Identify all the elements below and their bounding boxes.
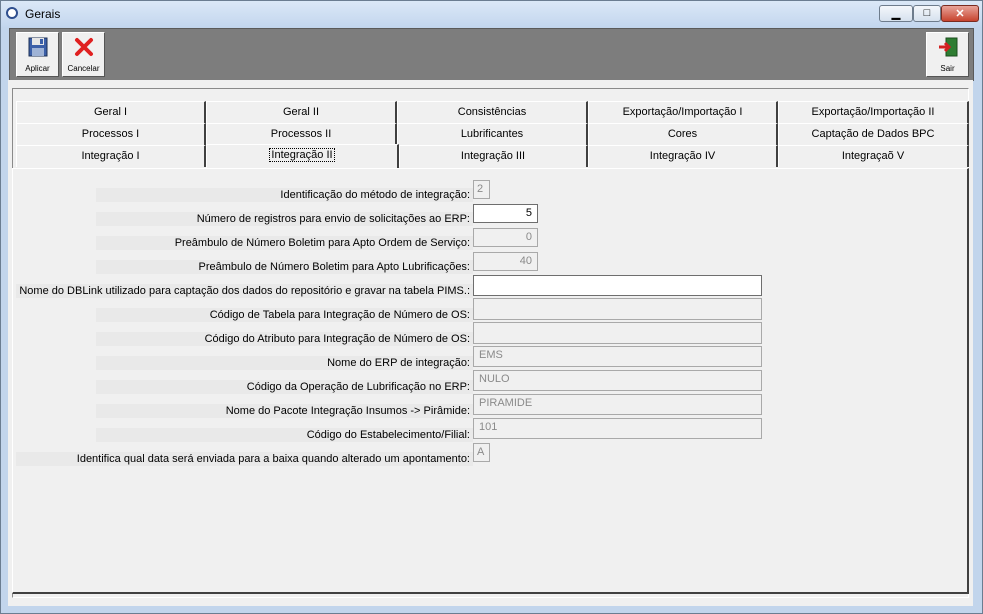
tab-label: Geral I	[93, 106, 127, 118]
tab-label: Exportação/Importação I	[622, 106, 743, 118]
metodo-integracao-field[interactable]: 2	[473, 180, 490, 199]
preambulo-os-field[interactable]: 0	[473, 228, 538, 247]
tab-label: Geral II	[282, 106, 320, 118]
tab-label: Integração III	[460, 150, 526, 162]
tab-label: Processos II	[270, 128, 332, 140]
label-nome-pacote-integracao: Nome do Pacote Integração Insumos -> Pir…	[96, 404, 473, 418]
preambulo-lubrificacoes-field[interactable]: 40	[473, 252, 538, 271]
tab-geral-2[interactable]: Geral II	[206, 101, 397, 123]
maximize-icon: □	[923, 7, 931, 19]
minimize-button[interactable]: ▁	[879, 5, 913, 22]
apply-label: Aplicar	[25, 64, 50, 73]
close-button[interactable]: ✕	[941, 5, 979, 22]
exit-label: Sair	[940, 64, 955, 73]
codigo-atributo-os-field[interactable]	[473, 322, 762, 344]
tab-label: Captação de Dados BPC	[811, 128, 935, 140]
cancel-x-icon	[74, 38, 93, 56]
exit-door-icon	[938, 37, 957, 57]
exit-button[interactable]: Sair	[926, 32, 969, 77]
identifica-data-baixa-field[interactable]: A	[473, 443, 490, 462]
label-codigo-estabelecimento: Código do Estabelecimento/Filial:	[96, 428, 473, 442]
tab-integracao-2[interactable]: Integração II	[206, 144, 399, 168]
tab-lubrificantes[interactable]: Lubrificantes	[397, 123, 588, 145]
codigo-estabelecimento-field[interactable]: 101	[473, 418, 762, 439]
title-bar[interactable]: Gerais ▁ □ ✕	[1, 1, 982, 27]
cancel-label: Cancelar	[67, 64, 100, 73]
label-metodo-integracao: Identificação do método de integração:	[96, 188, 473, 202]
minimize-icon: ▁	[891, 8, 901, 20]
maximize-button[interactable]: □	[913, 5, 941, 22]
label-preambulo-lubrificacoes: Preâmbulo de Número Boletim para Apto Lu…	[96, 260, 473, 274]
label-codigo-tabela-os: Código de Tabela para Integração de Núme…	[96, 308, 473, 322]
tab-integracao-3[interactable]: Integração III	[399, 145, 588, 167]
apply-button[interactable]: Aplicar	[16, 32, 59, 77]
tab-processos-2[interactable]: Processos II	[206, 123, 397, 145]
tab-label: Integração II	[269, 148, 335, 162]
toolbar: Aplicar Cancelar Sair	[9, 28, 974, 81]
tab-label: Cores	[667, 128, 698, 140]
tab-cores[interactable]: Cores	[588, 123, 778, 145]
nome-pacote-integracao-field[interactable]: PIRAMIDE	[473, 394, 762, 415]
tab-label: Processos I	[81, 128, 140, 140]
tab-label: Consistências	[457, 106, 527, 118]
dblink-field[interactable]	[473, 275, 762, 296]
tab-exportacao-importacao-1[interactable]: Exportação/Importação I	[588, 101, 778, 123]
tab-exportacao-importacao-2[interactable]: Exportação/Importação II	[778, 101, 969, 123]
label-preambulo-os: Preâmbulo de Número Boletim para Apto Or…	[96, 236, 473, 250]
label-nome-erp: Nome do ERP de integração:	[96, 356, 473, 370]
label-dblink: Nome do DBLink utilizado para captação d…	[16, 284, 473, 298]
app-icon	[6, 7, 18, 19]
tab-processos-1[interactable]: Processos I	[16, 123, 206, 145]
label-identifica-data-baixa: Identifica qual data será enviada para a…	[16, 452, 473, 466]
tab-integracao-5[interactable]: Integraçaõ V	[778, 145, 969, 167]
tab-geral-1[interactable]: Geral I	[16, 101, 206, 123]
tab-label: Integração I	[81, 150, 140, 162]
tab-label: Integraçaõ V	[841, 150, 905, 162]
codigo-tabela-os-field[interactable]	[473, 298, 762, 320]
window-title: Gerais	[25, 7, 61, 21]
numero-registros-field[interactable]: 5	[473, 204, 538, 223]
close-icon: ✕	[955, 8, 965, 20]
label-codigo-atributo-os: Código do Atributo para Integração de Nú…	[96, 332, 473, 346]
tab-label: Lubrificantes	[460, 128, 524, 140]
label-numero-registros: Número de registros para envio de solici…	[96, 212, 473, 226]
save-icon	[28, 37, 47, 57]
cancel-button[interactable]: Cancelar	[62, 32, 105, 77]
tab-label: Integração IV	[649, 150, 716, 162]
codigo-operacao-lubrificacao-field[interactable]: NULO	[473, 370, 762, 391]
tab-captacao-dados-bpc[interactable]: Captação de Dados BPC	[778, 123, 969, 145]
tab-label: Exportação/Importação II	[811, 106, 935, 118]
label-codigo-operacao-lubrificacao: Código da Operação de Lubrificação no ER…	[96, 380, 473, 394]
tab-integracao-4[interactable]: Integração IV	[588, 145, 778, 167]
tab-integracao-1[interactable]: Integração I	[16, 145, 206, 167]
nome-erp-field[interactable]: EMS	[473, 346, 762, 367]
tab-consistencias[interactable]: Consistências	[397, 101, 588, 123]
